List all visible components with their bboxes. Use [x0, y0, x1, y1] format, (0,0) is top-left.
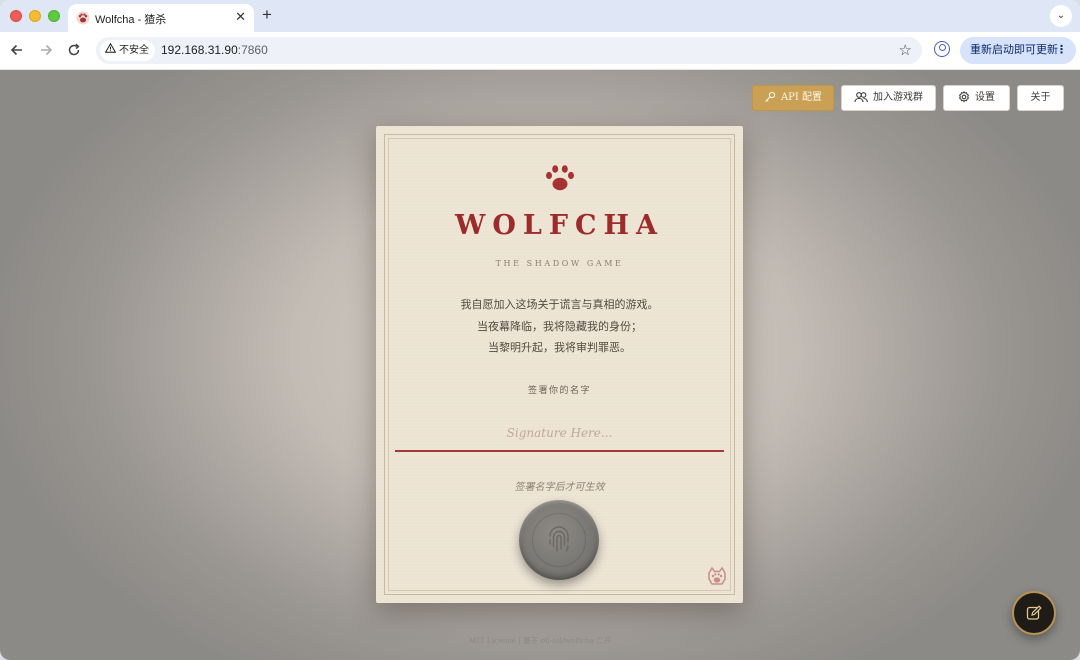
security-label: 不安全 [119, 45, 149, 56]
tab-title: Wolfcha - 猹杀 [95, 14, 167, 26]
reload-icon [68, 43, 80, 56]
api-config-label: API 配置 [780, 92, 823, 103]
arrow-left-icon [10, 44, 22, 56]
edit-icon [1026, 605, 1042, 620]
users-icon [854, 91, 868, 102]
wolf-emblem-icon [708, 566, 726, 585]
paw-icon [546, 165, 574, 191]
profile-avatar-icon[interactable] [934, 41, 950, 57]
gear-icon [958, 90, 970, 102]
maximize-window-button[interactable] [48, 10, 60, 22]
oath-line: 当黎明升起，我将审判罪恶。 [488, 341, 631, 354]
about-label: 关于 [1030, 92, 1051, 103]
new-tab-button[interactable]: + [262, 5, 272, 25]
relaunch-update-button[interactable]: 重新启动即可更新 ⋮ [960, 37, 1076, 64]
edit-fab-button[interactable] [1012, 591, 1056, 635]
join-group-label: 加入游戏群 [873, 92, 923, 103]
minimize-window-button[interactable] [29, 10, 41, 22]
forward-button[interactable] [36, 40, 56, 60]
footer-license: MIT License | 基于 oil-oil/wolfcha 二开 [468, 636, 612, 645]
key-icon [765, 91, 776, 102]
browser-window: Wolfcha - 猹杀 ✕ + ⌄ 不安全 192.168.31.90:786… [0, 0, 1080, 660]
tab-close-icon[interactable]: ✕ [235, 9, 246, 25]
settings-button[interactable]: 设置 [943, 85, 1010, 111]
warning-icon [105, 43, 116, 53]
oath-card: WOLFCHA THE SHADOW GAME 我自愿加入这场关于谎言与真相的游… [376, 126, 743, 603]
reload-button[interactable] [64, 40, 84, 60]
tab-wolfcha[interactable]: Wolfcha - 猹杀 ✕ [68, 4, 254, 32]
brand-title: WOLFCHA [455, 210, 664, 241]
browser-toolbar: 不安全 192.168.31.90:7860 ☆ 重新启动即可更新 ⋮ [0, 32, 1080, 70]
arrow-right-icon [41, 44, 53, 56]
update-label: 重新启动即可更新 [970, 44, 1058, 56]
more-menu-icon[interactable]: ⋮ [1056, 37, 1067, 64]
url-text[interactable]: 192.168.31.90:7860 [161, 43, 268, 57]
url-port: :7860 [237, 43, 268, 57]
app-page: API 配置 加入游戏群 设置 关于 WOLFCHA THE SHADOW GA… [0, 70, 1080, 660]
close-window-button[interactable] [10, 10, 22, 22]
paw-favicon-icon [76, 11, 90, 25]
bookmark-star-icon[interactable]: ☆ [899, 41, 912, 59]
sign-hint: 签署名字后才可生效 [514, 482, 605, 493]
fingerprint-seal-button[interactable] [519, 500, 599, 580]
oath-text: 我自愿加入这场关于谎言与真相的游戏。 当夜幕降临，我将隐藏我的身份； 当黎明升起… [376, 294, 743, 359]
tab-search-button[interactable]: ⌄ [1050, 5, 1072, 27]
fingerprint-icon [549, 526, 569, 552]
api-config-button[interactable]: API 配置 [752, 85, 834, 111]
back-button[interactable] [7, 40, 27, 60]
oath-line: 我自愿加入这场关于谎言与真相的游戏。 [460, 298, 659, 311]
security-chip[interactable]: 不安全 [100, 40, 155, 61]
brand-tagline: THE SHADOW GAME [495, 259, 624, 268]
signature-input[interactable] [395, 416, 724, 452]
about-button[interactable]: 关于 [1017, 85, 1064, 111]
url-host: 192.168.31.90 [161, 43, 238, 57]
tab-strip: Wolfcha - 猹杀 ✕ + ⌄ [0, 0, 1080, 32]
sign-name-label: 签署你的名字 [527, 386, 591, 396]
join-group-button[interactable]: 加入游戏群 [841, 85, 936, 111]
settings-label: 设置 [975, 92, 995, 103]
oath-line: 当夜幕降临，我将隐藏我的身份； [477, 319, 642, 333]
address-bar[interactable]: 不安全 192.168.31.90:7860 ☆ [96, 37, 922, 64]
